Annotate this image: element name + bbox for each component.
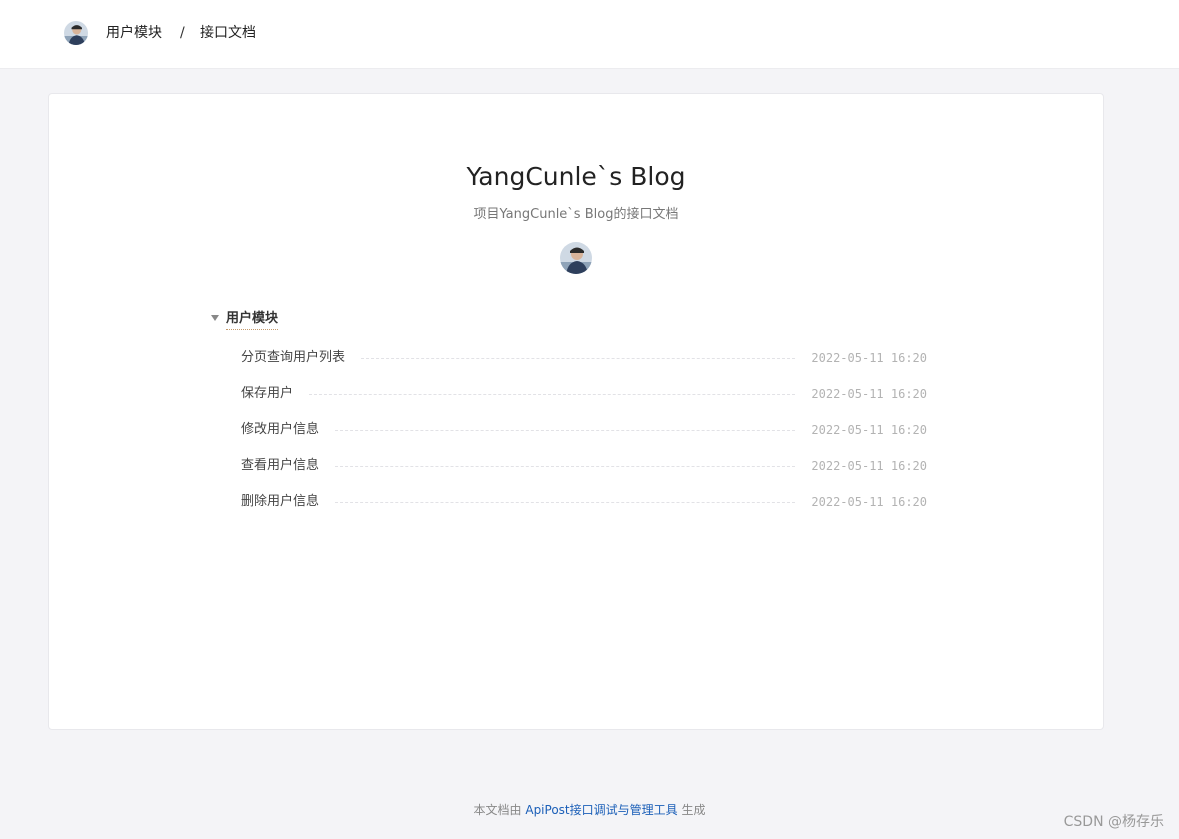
api-updated-time: 2022-05-11 16:20 xyxy=(811,495,927,509)
api-item[interactable]: 删除用户信息 2022-05-11 16:20 xyxy=(241,484,927,520)
dotted-leader xyxy=(361,357,796,359)
footer-suffix: 生成 xyxy=(677,803,706,817)
project-subtitle: 项目YangCunle`s Blog的接口文档 xyxy=(473,207,679,222)
api-name[interactable]: 删除用户信息 xyxy=(241,493,319,511)
api-name[interactable]: 保存用户 xyxy=(241,385,293,403)
api-updated-time: 2022-05-11 16:20 xyxy=(811,351,927,365)
csdn-watermark: CSDN @杨存乐 xyxy=(1063,814,1164,830)
api-name[interactable]: 查看用户信息 xyxy=(241,457,319,475)
api-item[interactable]: 查看用户信息 2022-05-11 16:20 xyxy=(241,448,927,484)
api-updated-time: 2022-05-11 16:20 xyxy=(811,459,927,473)
group-title: 用户模块 xyxy=(226,310,279,330)
user-avatar-icon xyxy=(560,242,592,274)
project-title: YangCunle`s Blog xyxy=(466,162,686,191)
api-item[interactable]: 修改用户信息 2022-05-11 16:20 xyxy=(241,412,927,448)
dotted-leader xyxy=(335,465,796,467)
footer-prefix: 本文档由 xyxy=(473,803,526,817)
page-footer: 本文档由 ApiPost接口调试与管理工具 生成 xyxy=(0,802,1179,818)
dotted-leader xyxy=(335,501,796,503)
api-item[interactable]: 分页查询用户列表 2022-05-11 16:20 xyxy=(241,340,927,376)
apipost-link[interactable]: ApiPost接口调试与管理工具 xyxy=(525,803,677,817)
user-avatar-icon[interactable] xyxy=(64,21,88,45)
api-updated-time: 2022-05-11 16:20 xyxy=(811,423,927,437)
dotted-leader xyxy=(309,393,796,395)
api-list: 分页查询用户列表 2022-05-11 16:20 保存用户 2022-05-1… xyxy=(241,340,927,520)
breadcrumb-project-module[interactable]: 用户模块 xyxy=(106,24,162,42)
api-updated-time: 2022-05-11 16:20 xyxy=(811,387,927,401)
api-name[interactable]: 修改用户信息 xyxy=(241,421,319,439)
api-name[interactable]: 分页查询用户列表 xyxy=(241,349,345,367)
top-bar: 用户模块 / 接口文档 xyxy=(0,0,1179,69)
dotted-leader xyxy=(335,429,796,431)
breadcrumb-api-docs[interactable]: 接口文档 xyxy=(200,24,256,42)
doc-card: YangCunle`s Blog 项目YangCunle`s Blog的接口文档… xyxy=(48,93,1104,730)
breadcrumb-separator: / xyxy=(180,25,185,41)
api-item[interactable]: 保存用户 2022-05-11 16:20 xyxy=(241,376,927,412)
caret-down-icon xyxy=(211,315,219,321)
